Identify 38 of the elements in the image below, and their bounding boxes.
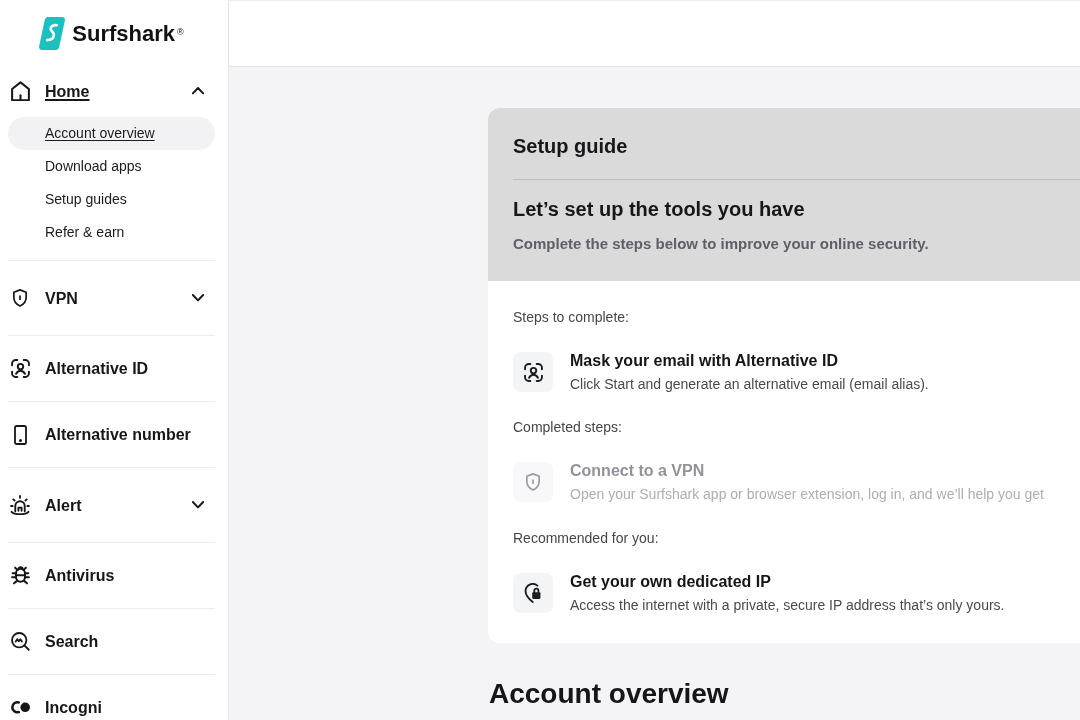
page-heading: Account overview [489,677,730,711]
bug-icon [10,566,30,585]
nav-item[interactable]: Alternative ID [8,349,215,388]
nav-subitem[interactable]: Download apps [8,150,215,183]
lock-pin-icon [513,573,553,613]
nav-item[interactable]: Home [8,72,215,110]
nav-subitem[interactable]: Refer & earn [8,216,215,249]
guide-subtitle: Complete the steps below to improve your online security. [513,235,930,253]
face-scan-icon [10,359,30,378]
nav-item[interactable]: Alert [8,486,215,524]
siren-icon [10,494,30,516]
search-icon [10,632,30,651]
nav-item[interactable]: VPN [8,279,215,317]
shield-icon [13,289,27,307]
section-label: Steps to complete: [513,309,630,326]
step-title: Mask your email with Alternative ID [570,351,839,370]
logo-icon [39,17,66,50]
guide-heading: Let’s set up the tools you have [513,197,806,221]
step-description: Click Start and generate an alternative email (email alias). [570,376,929,393]
section-label: Recommended for you: [513,530,660,547]
step-description: Open your Surfshark app or browser extension, log in, and we’ll help you get [570,486,1044,503]
face-scan-icon [513,352,553,392]
ring-dot-icon [10,701,30,714]
step-description: Access the internet with a private, secure IP address that’s only yours. [570,597,1005,614]
nav-item[interactable]: Search [8,622,215,661]
home-icon [10,80,30,102]
step-title: Connect to a VPN [570,461,706,480]
step-title: Get your own dedicated IP [570,572,772,591]
shield-icon [513,462,553,502]
nav-item[interactable]: Incogni [8,688,215,720]
nav-item[interactable]: Alternative number [8,415,215,454]
logo-wordmark: Surfshark$^{®}$ [72,19,184,48]
nav-subitem[interactable]: Setup guides [8,183,215,216]
section-label: Completed steps: [513,419,623,436]
phone-icon [13,424,27,445]
nav-subitem[interactable]: Account overview [8,117,215,150]
card-title: Setup guide [513,134,629,158]
nav-item[interactable]: Antivirus [8,556,215,595]
